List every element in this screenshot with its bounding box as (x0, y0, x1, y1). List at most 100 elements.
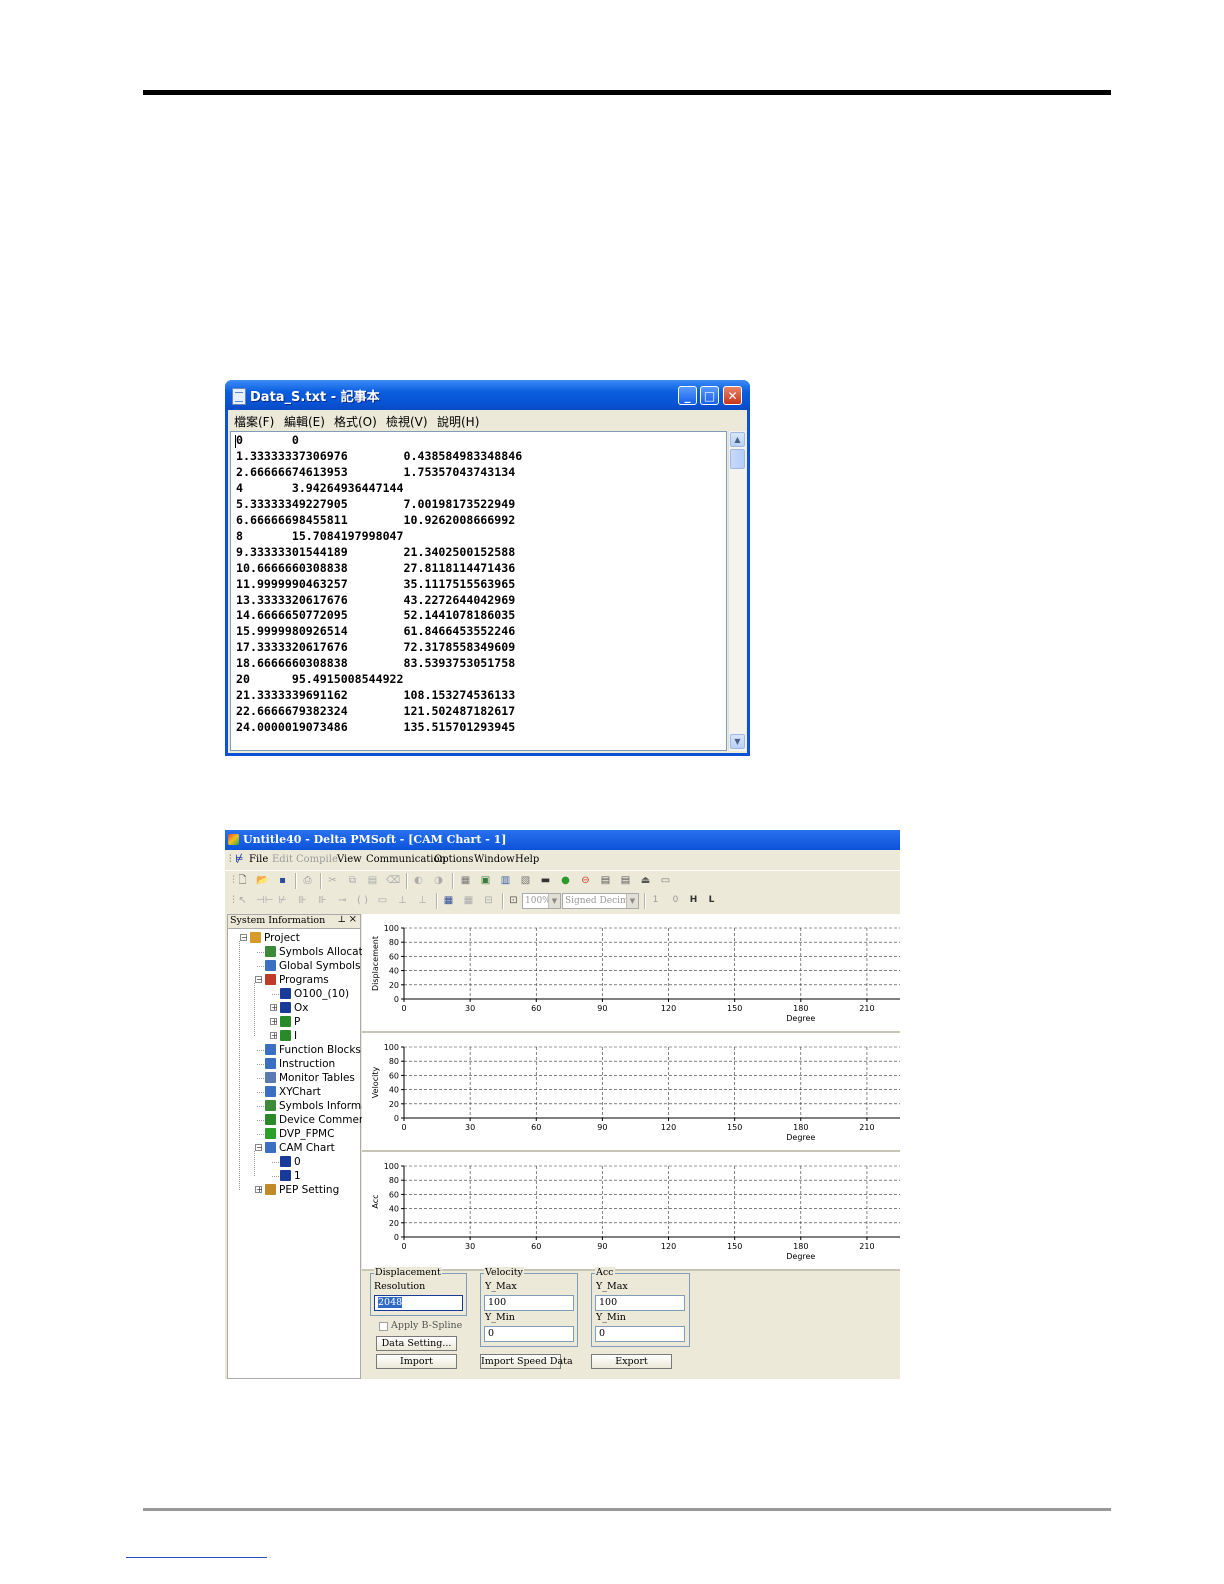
import-button[interactable]: Import (376, 1354, 457, 1369)
settings-icon[interactable]: ▭ (659, 874, 672, 887)
apply-bspline-checkbox[interactable] (379, 1322, 388, 1331)
set-one-button[interactable]: 1 (649, 894, 662, 907)
tree-item-function-blocks[interactable]: Function Blocks (265, 1043, 361, 1057)
tree-item-pep-setting[interactable]: PEP Setting (265, 1183, 339, 1197)
undo-icon[interactable]: ◐ (412, 874, 425, 887)
print-icon[interactable]: ⎙ (301, 874, 314, 887)
expand-icon[interactable]: + (270, 1032, 278, 1040)
coil-output-icon[interactable]: ( ) (356, 894, 369, 907)
contact-f-icon[interactable]: ⊪ (316, 894, 329, 907)
import-speed-data-button[interactable]: Import Speed Data (480, 1354, 573, 1369)
menu-options[interactable]: Options (434, 854, 473, 865)
hex-button[interactable]: H (687, 894, 700, 907)
upload-icon[interactable]: ▤ (599, 874, 612, 887)
menu-format[interactable]: 格式(O) (334, 413, 377, 430)
tree-item-o100-10-[interactable]: O100_(10) (280, 987, 349, 1001)
menu-file[interactable]: File (249, 854, 268, 865)
eraser-icon[interactable]: ⌫ (386, 874, 400, 887)
zoom-combo[interactable]: 100% ▼ (522, 893, 561, 909)
tree-item-monitor-tables[interactable]: Monitor Tables (265, 1071, 355, 1085)
screen-icon[interactable]: ▬ (539, 874, 552, 887)
tree-item-global-symbols[interactable]: Global Symbols (265, 959, 360, 973)
pmsoft-titlebar[interactable]: Untitle40 - Delta PMSoft - [CAM Chart - … (225, 830, 900, 850)
copy-icon[interactable]: ⧉ (346, 874, 359, 887)
device-icon[interactable]: ▥ (499, 874, 512, 887)
menu-help[interactable]: 說明(H) (437, 413, 479, 430)
velocity-ymax-input[interactable]: 100 (484, 1295, 574, 1311)
vertical-scrollbar[interactable]: ▲ ▼ (728, 431, 746, 751)
collapse-icon[interactable]: − (255, 976, 263, 984)
scroll-down-icon[interactable]: ▼ (730, 734, 745, 749)
stop-icon[interactable]: ⊖ (579, 874, 592, 887)
cut-icon[interactable]: ✂ (326, 874, 339, 887)
online-icon[interactable]: ⏏ (639, 874, 652, 887)
compile-icon[interactable]: ▦ (459, 874, 472, 887)
close-icon[interactable]: ✕ (723, 386, 742, 405)
new-icon[interactable]: 🗋 (236, 874, 249, 887)
low-button[interactable]: L (705, 894, 718, 907)
tree-item-i[interactable]: I (280, 1029, 297, 1043)
notepad-text-area[interactable]: 0 0 1.33333337306976 0.438584983348846 2.6… (230, 431, 727, 751)
table-icon[interactable]: ▧ (519, 874, 532, 887)
vertical-line-icon[interactable]: ⊥ (396, 894, 409, 907)
expand-icon[interactable]: + (255, 1186, 263, 1194)
contact-nc-icon[interactable]: ⊬ (276, 894, 289, 907)
redo-icon[interactable]: ◑ (432, 874, 445, 887)
tree-item-programs[interactable]: Programs (265, 973, 329, 987)
notepad-titlebar[interactable]: Data_S.txt - 記事本 _ □ ✕ (225, 380, 750, 410)
scroll-thumb[interactable] (730, 449, 745, 469)
function-icon[interactable]: ▭ (376, 894, 389, 907)
expand-icon[interactable]: + (270, 1004, 278, 1012)
chevron-down-icon[interactable]: ▼ (548, 894, 560, 908)
run-icon[interactable]: ● (559, 874, 572, 887)
coil-icon[interactable]: ⊸ (336, 894, 349, 907)
tree-item-instruction[interactable]: Instruction (265, 1057, 335, 1071)
export-button[interactable]: Export (591, 1354, 672, 1369)
comment-icon[interactable]: ⊟ (482, 894, 495, 907)
scroll-up-icon[interactable]: ▲ (730, 432, 745, 447)
tree-item-device-comments[interactable]: Device Comments (265, 1113, 375, 1127)
monitor-icon[interactable]: ▣ (479, 874, 492, 887)
save-icon[interactable]: ▪ (276, 874, 289, 887)
menu-view[interactable]: View (337, 854, 362, 865)
collapse-icon[interactable]: − (255, 1144, 263, 1152)
format-combo[interactable]: Signed Decimal ▼ (562, 893, 639, 909)
menu-view[interactable]: 檢視(V) (386, 413, 428, 430)
tree-item-p[interactable]: P (280, 1015, 300, 1029)
tree-item-project[interactable]: Project (250, 931, 300, 945)
acc-ymin-input[interactable]: 0 (595, 1326, 685, 1342)
open-icon[interactable]: 📂 (256, 874, 269, 887)
chevron-down-icon[interactable]: ▼ (626, 894, 638, 908)
tree-item-cam-chart[interactable]: CAM Chart (265, 1141, 335, 1155)
pin-icon[interactable]: ⊥ (338, 915, 346, 925)
paste-icon[interactable]: ▤ (366, 874, 379, 887)
tree-item-dvp-fpmc[interactable]: DVP_FPMC (265, 1127, 334, 1141)
expand-icon[interactable]: + (270, 1018, 278, 1026)
tree-item-xychart[interactable]: XYChart (265, 1085, 321, 1099)
tree-item-0[interactable]: 0 (280, 1155, 301, 1169)
set-zero-button[interactable]: 0 (669, 894, 682, 907)
tree-item-ox[interactable]: Ox (280, 1001, 308, 1015)
horizontal-line-icon[interactable]: ⊥ (416, 894, 429, 907)
acc-ymax-input[interactable]: 100 (595, 1295, 685, 1311)
resolution-input[interactable]: 2048 (374, 1295, 463, 1311)
contact-p-icon[interactable]: ⊪ (296, 894, 309, 907)
close-icon[interactable]: × (349, 914, 357, 925)
delete-row-icon[interactable]: ▦ (462, 894, 475, 907)
menu-edit[interactable]: 編輯(E) (284, 413, 325, 430)
maximize-icon[interactable]: □ (700, 386, 719, 405)
pointer-icon[interactable]: ↖ (236, 894, 249, 907)
data-setting-button[interactable]: Data Setting... (376, 1336, 457, 1351)
download-icon[interactable]: ▤ (619, 874, 632, 887)
menu-edit[interactable]: Edit (272, 854, 293, 865)
tree-item-1[interactable]: 1 (280, 1169, 301, 1183)
insert-row-icon[interactable]: ▦ (442, 894, 455, 907)
zoom-icon[interactable]: ⊡ (507, 894, 520, 907)
velocity-ymin-input[interactable]: 0 (484, 1326, 574, 1342)
menu-file[interactable]: 檔案(F) (234, 413, 274, 430)
menu-help[interactable]: Help (515, 854, 539, 865)
menu-window[interactable]: Window (474, 854, 515, 865)
minimize-icon[interactable]: _ (678, 386, 697, 405)
contact-no-icon[interactable]: ⊣⊢ (256, 894, 273, 907)
collapse-icon[interactable]: − (240, 934, 248, 942)
